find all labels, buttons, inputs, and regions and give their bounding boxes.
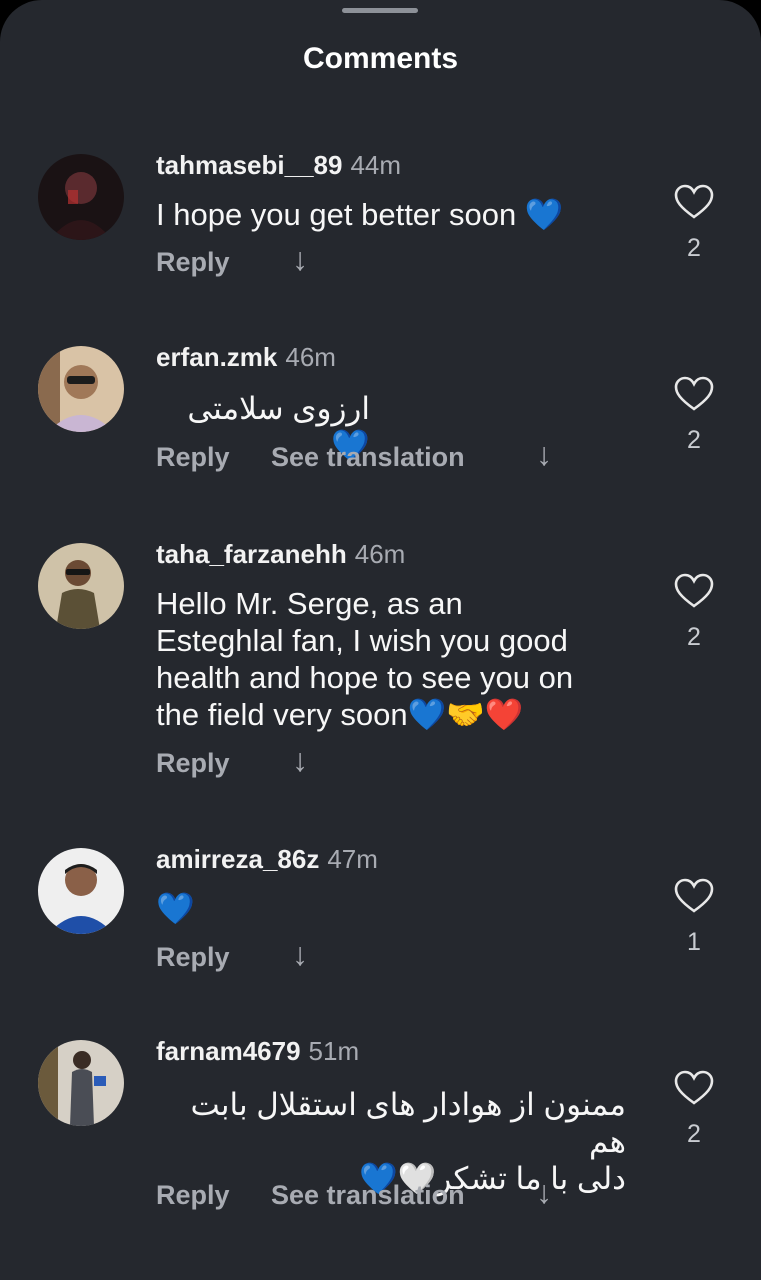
timestamp: 44m <box>350 150 402 180</box>
reply-button[interactable]: Reply <box>156 748 230 779</box>
comment-actions: Reply ↓ <box>156 241 308 278</box>
like-count: 1 <box>687 928 701 956</box>
avatar[interactable] <box>38 1040 124 1126</box>
translate-arrow-icon[interactable]: ↓ <box>536 436 552 473</box>
comment-text: 💙 <box>156 891 195 926</box>
heart-icon[interactable] <box>674 376 714 412</box>
comment-header: farnam4679 51m <box>156 1036 359 1067</box>
comment-text: I hope you get better soon 💙 <box>156 197 564 232</box>
username[interactable]: erfan.zmk <box>156 342 277 372</box>
comment-header: taha_farzanehh 46m <box>156 539 405 570</box>
avatar[interactable] <box>38 346 124 432</box>
avatar[interactable] <box>38 154 124 240</box>
reply-button[interactable]: Reply <box>156 942 230 973</box>
timestamp: 46m <box>354 539 406 569</box>
username[interactable]: farnam4679 <box>156 1036 301 1066</box>
like-control: 2 <box>674 184 714 263</box>
like-count: 2 <box>687 1120 701 1148</box>
avatar[interactable] <box>38 848 124 934</box>
comment-actions: Reply ↓ <box>156 936 308 973</box>
heart-icon[interactable] <box>674 184 714 220</box>
reply-button[interactable]: Reply <box>156 1180 230 1211</box>
comment-header: tahmasebi__89 44m <box>156 150 401 181</box>
like-count: 2 <box>687 426 701 454</box>
avatar[interactable] <box>38 543 124 629</box>
like-control: 1 <box>674 878 714 957</box>
like-control: 2 <box>674 1070 714 1149</box>
see-translation-button[interactable]: See translation <box>271 1180 465 1211</box>
heart-icon[interactable] <box>674 573 714 609</box>
translate-arrow-icon[interactable]: ↓ <box>536 1174 552 1211</box>
like-control: 2 <box>674 573 714 652</box>
comment-actions: Reply See translation ↓ <box>156 436 552 473</box>
comments-sheet: Comments tahmasebi__89 44m I hope you get… <box>0 0 761 1280</box>
translate-arrow-icon[interactable]: ↓ <box>292 742 308 779</box>
comment-header: erfan.zmk 46m <box>156 342 336 373</box>
drag-handle[interactable] <box>342 8 418 13</box>
see-translation-button[interactable]: See translation <box>271 442 465 473</box>
username[interactable]: tahmasebi__89 <box>156 150 342 180</box>
comment-text: Hello Mr. Serge, as an Esteghlal fan, I … <box>156 586 574 732</box>
username[interactable]: taha_farzanehh <box>156 539 347 569</box>
comment-actions: Reply ↓ <box>156 742 308 779</box>
like-control: 2 <box>674 376 714 455</box>
comment-header: amirreza_86z 47m <box>156 844 378 875</box>
like-count: 2 <box>687 623 701 651</box>
username[interactable]: amirreza_86z <box>156 844 319 874</box>
reply-button[interactable]: Reply <box>156 442 230 473</box>
timestamp: 46m <box>285 342 336 372</box>
heart-icon[interactable] <box>674 878 714 914</box>
timestamp: 51m <box>308 1036 360 1066</box>
translate-arrow-icon[interactable]: ↓ <box>292 241 308 278</box>
translate-arrow-icon[interactable]: ↓ <box>292 936 308 973</box>
sheet-title: Comments <box>302 42 459 75</box>
timestamp: 47m <box>327 844 378 874</box>
heart-icon[interactable] <box>674 1070 714 1106</box>
reply-button[interactable]: Reply <box>156 247 230 278</box>
like-count: 2 <box>687 234 701 262</box>
comment-actions: Reply See translation ↓ <box>156 1174 552 1211</box>
